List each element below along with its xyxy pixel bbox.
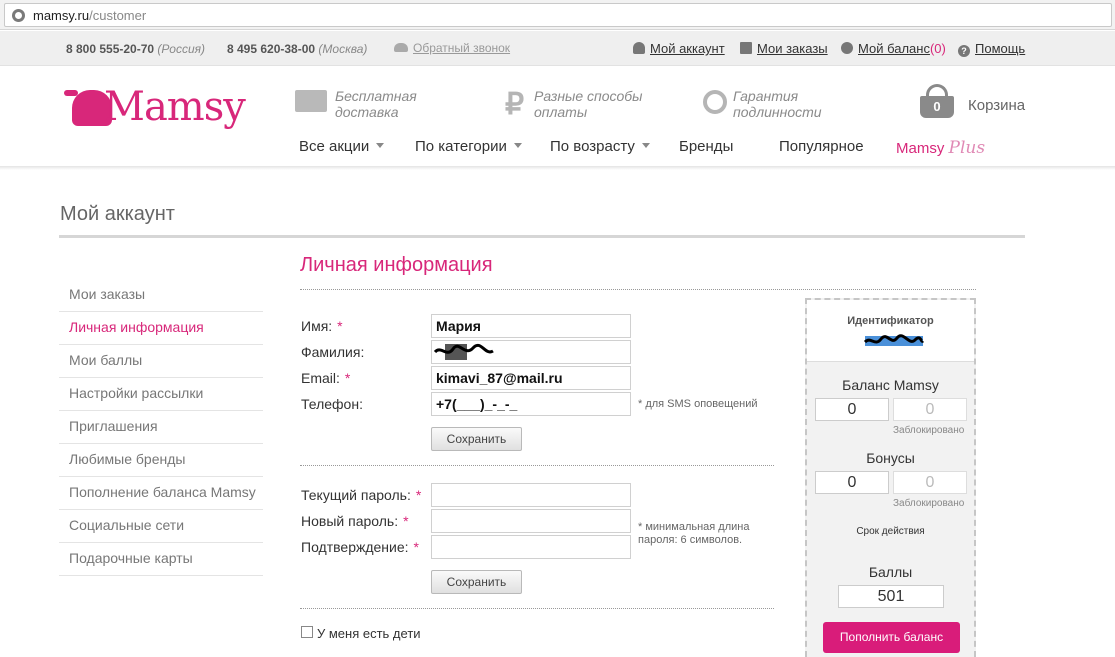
identifier-block: Идентификатор <box>807 300 974 362</box>
globe-icon <box>12 9 25 22</box>
points-title: Баллы <box>868 564 913 580</box>
ruble-icon: ₽ <box>505 88 525 121</box>
sidebar-item-social-networks[interactable]: Социальные сети <box>59 510 263 543</box>
bonus-title: Бонусы <box>866 450 915 466</box>
feature-authenticity: Гарантия подлинности <box>703 88 822 120</box>
mamsy-logo[interactable]: Mamsy <box>64 82 254 132</box>
balance-locked-value: 0 <box>893 398 967 421</box>
chevron-down-icon <box>376 143 385 148</box>
feature-free-delivery: Бесплатная доставка <box>295 88 417 120</box>
nav-by-category[interactable]: По категории <box>415 138 522 155</box>
email-field[interactable]: kimavi_87@mail.ru <box>431 366 631 390</box>
logo-wordmark: Mamsy <box>104 84 246 130</box>
chevron-down-icon <box>513 143 522 148</box>
confirm-password-label: Подтверждение: * <box>301 539 419 555</box>
phone-note: * для SMS оповещений <box>638 398 758 410</box>
header-divider <box>0 166 1115 170</box>
current-password-field[interactable] <box>431 483 631 507</box>
nav-brands[interactable]: Бренды <box>679 138 733 155</box>
form-divider <box>300 465 774 466</box>
nav-all-promotions[interactable]: Все акции <box>299 138 385 155</box>
balance-count: (0) <box>929 41 946 56</box>
title-divider <box>59 235 1025 238</box>
nav-by-age[interactable]: По возрасту <box>550 138 650 155</box>
chevron-down-icon <box>641 143 650 148</box>
phone-moscow: 8 495 620-38-00 (Москва) <box>227 42 368 56</box>
phone-label: Телефон: <box>301 396 363 412</box>
expiry-label: Срок действия <box>856 526 925 537</box>
new-password-field[interactable] <box>431 509 631 533</box>
medal-icon <box>703 90 727 114</box>
phone-icon <box>394 43 408 52</box>
cart-icon[interactable]: 0 <box>918 84 958 122</box>
password-note: * минимальная длина пароля: 6 символов. <box>638 521 750 546</box>
browser-address-bar: mamsy.ru/customer <box>0 0 1115 30</box>
url-field[interactable]: mamsy.ru/customer <box>4 3 1112 27</box>
sidebar-item-gift-cards[interactable]: Подарочные карты <box>59 543 263 576</box>
save-password-button[interactable]: Сохранить <box>431 570 522 594</box>
sidebar-item-balance-topup[interactable]: Пополнение баланса Mamsy <box>59 477 263 510</box>
name-field[interactable]: Мария <box>431 314 631 338</box>
bonus-locked-label: Заблокировано <box>893 498 965 509</box>
help-icon: ? <box>958 45 970 57</box>
sidebar-item-my-orders[interactable]: Мои заказы <box>59 279 263 312</box>
save-personal-button[interactable]: Сохранить <box>431 427 522 451</box>
phone-russia: 8 800 555-20-70 (Россия) <box>66 42 206 56</box>
sidebar-item-newsletter-settings[interactable]: Настройки рассылки <box>59 378 263 411</box>
balance-value: 0 <box>815 398 889 421</box>
account-balance-card: Идентификатор Баланс Mamsy 0 0 Заблокиро… <box>805 298 976 657</box>
nav-popular[interactable]: Популярное <box>779 138 864 155</box>
redacted-surname <box>433 343 494 360</box>
my-balance-link[interactable]: Мой баланс(0) <box>841 41 946 56</box>
user-icon <box>633 42 645 54</box>
truck-icon <box>295 90 327 112</box>
name-label: Имя: * <box>301 318 343 334</box>
identifier-label: Идентификатор <box>847 315 934 327</box>
sidebar-item-personal-info[interactable]: Личная информация <box>59 312 263 345</box>
cart-link[interactable]: Корзина <box>968 97 1025 114</box>
current-password-label: Текущий пароль: * <box>301 487 422 503</box>
sidebar-item-favorite-brands[interactable]: Любимые бренды <box>59 444 263 477</box>
redacted-identifier <box>863 334 925 346</box>
has-children-checkbox[interactable] <box>301 626 313 638</box>
callback-link[interactable]: Обратный звонок <box>394 41 510 55</box>
section-title: Личная информация <box>300 254 493 276</box>
surname-label: Фамилия: <box>301 344 365 360</box>
confirm-password-field[interactable] <box>431 535 631 559</box>
cart-count: 0 <box>920 96 954 118</box>
sidebar-item-my-points[interactable]: Мои баллы <box>59 345 263 378</box>
sidebar-item-invitations[interactable]: Приглашения <box>59 411 263 444</box>
bonus-locked-value: 0 <box>893 471 967 494</box>
page-title: Мой аккаунт <box>60 203 175 225</box>
top-info-bar: 8 800 555-20-70 (Россия) 8 495 620-38-00… <box>0 31 1115 66</box>
form-divider <box>300 608 774 609</box>
email-label: Email: * <box>301 370 351 386</box>
feature-payment-methods: ₽ Разные способы оплаты <box>505 88 643 121</box>
new-password-label: Новый пароль: * <box>301 513 409 529</box>
points-value: 501 <box>838 585 944 608</box>
url-text: mamsy.ru/customer <box>33 8 147 23</box>
has-children-label: У меня есть дети <box>317 626 421 641</box>
topup-balance-button[interactable]: Пополнить баланс <box>823 622 960 653</box>
balance-title: Баланс Mamsy <box>842 377 939 393</box>
balance-locked-label: Заблокировано <box>893 425 965 436</box>
bonus-value: 0 <box>815 471 889 494</box>
help-link[interactable]: ? Помощь <box>958 41 1025 57</box>
account-sidebar: Мои заказы Личная информация Мои баллы Н… <box>59 279 263 576</box>
my-orders-link[interactable]: Мои заказы <box>740 41 828 56</box>
phone-field[interactable]: +7(___)_-_-_ <box>431 392 631 416</box>
list-icon <box>740 42 752 54</box>
nav-mamsy-plus[interactable]: Mamsy Plus <box>896 138 985 158</box>
section-divider <box>300 289 976 290</box>
coin-icon <box>841 42 853 54</box>
my-account-link[interactable]: Мой аккаунт <box>633 41 725 56</box>
